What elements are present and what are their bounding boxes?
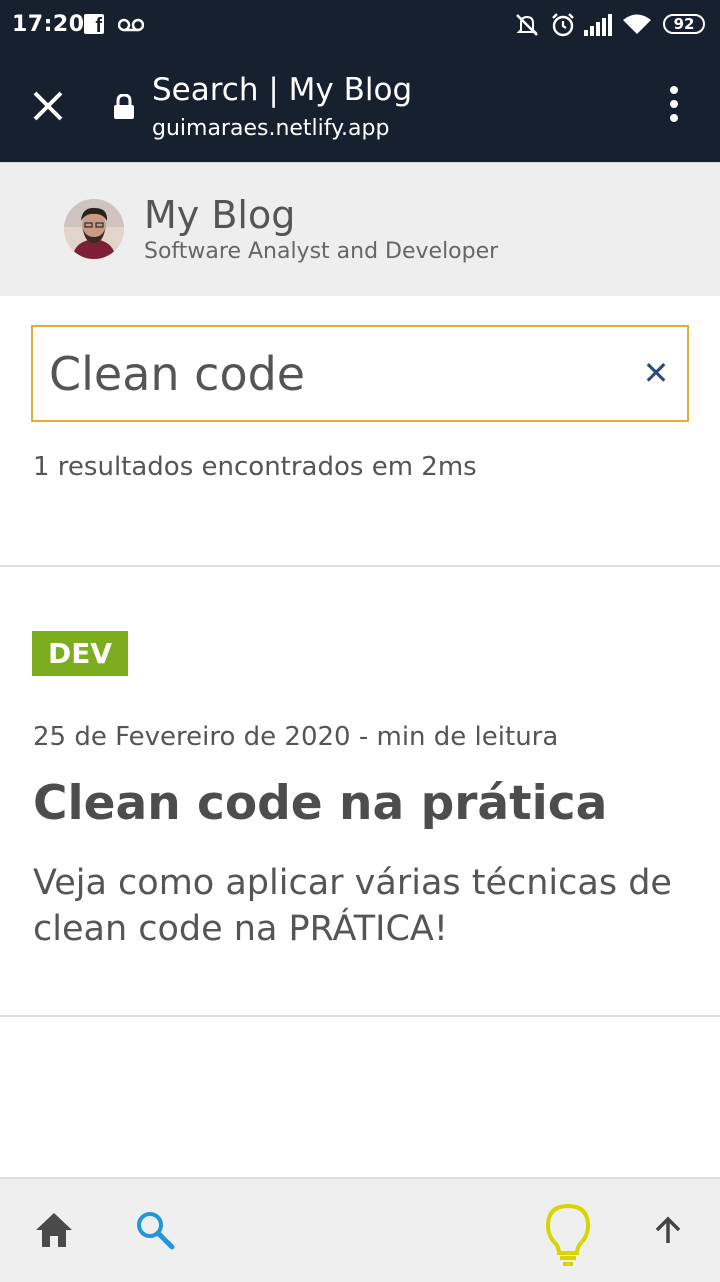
search-box: ✕ — [31, 325, 689, 422]
page-url[interactable]: guimaraes.netlify.app — [152, 116, 389, 141]
browser-toolbar: Search | My Blog guimaraes.netlify.app — [0, 50, 720, 162]
wifi-icon — [623, 14, 651, 34]
divider — [0, 565, 720, 567]
mute-icon — [516, 14, 538, 36]
result-count: 1 resultados encontrados em 2ms — [33, 452, 477, 482]
arrow-up-icon[interactable] — [654, 1216, 682, 1244]
blog-header: My Blog Software Analyst and Developer — [0, 162, 720, 296]
divider — [0, 1015, 720, 1017]
bottom-nav — [0, 1177, 720, 1282]
close-icon: ✕ — [642, 355, 670, 391]
alarm-icon — [552, 13, 574, 37]
search-input[interactable] — [49, 341, 609, 407]
post-description: Veja como aplicar várias técnicas de cle… — [33, 863, 672, 949]
post-meta: 25 de Fevereiro de 2020 - min de leitura — [33, 722, 559, 752]
post-title[interactable]: Clean code na prática — [33, 776, 607, 831]
search-icon[interactable] — [134, 1209, 176, 1251]
battery-indicator: 92 — [663, 14, 705, 34]
avatar[interactable] — [64, 199, 124, 259]
status-time: 17:20 — [12, 12, 85, 37]
more-options-icon[interactable] — [660, 86, 688, 126]
lightbulb-icon[interactable] — [544, 1203, 592, 1269]
blog-subtitle: Software Analyst and Developer — [144, 239, 499, 264]
tag-badge[interactable]: DEV — [32, 631, 129, 676]
clear-search-button[interactable]: ✕ — [638, 356, 674, 392]
page-title: Search | My Blog — [152, 72, 413, 108]
blog-title[interactable]: My Blog — [144, 193, 295, 237]
home-icon[interactable] — [34, 1210, 74, 1250]
voicemail-icon — [118, 18, 144, 32]
close-tab-icon[interactable] — [30, 88, 66, 124]
signal-icon — [584, 14, 612, 36]
lock-icon — [114, 94, 134, 119]
facebook-icon: f — [84, 14, 104, 36]
status-bar: 17:20 f 92 — [0, 0, 720, 50]
